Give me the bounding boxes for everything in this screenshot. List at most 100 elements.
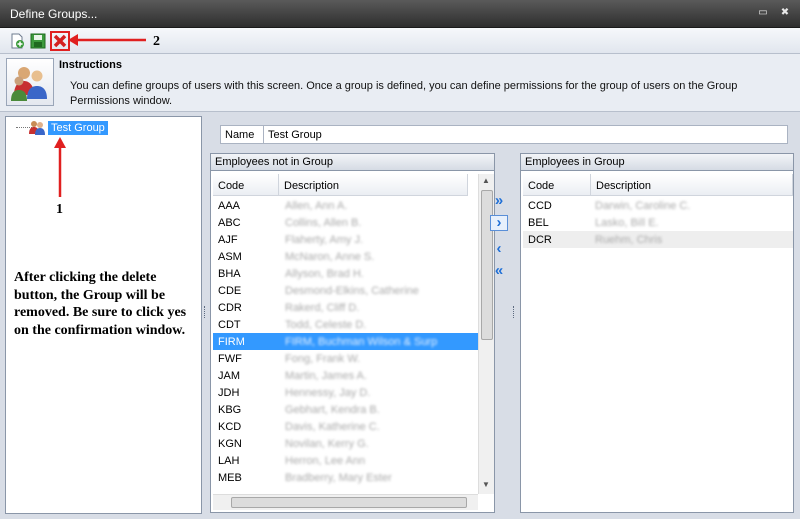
- remove-all-button[interactable]: «: [490, 263, 508, 280]
- scroll-down-icon[interactable]: ▼: [479, 480, 493, 489]
- vertical-splitter[interactable]: [204, 306, 207, 318]
- cell-code: KBG: [218, 404, 242, 416]
- cell-code: CDR: [218, 302, 242, 314]
- annotation-note: After clicking the delete button, the Gr…: [14, 270, 187, 338]
- cell-code: FIRM: [218, 336, 245, 348]
- annotation-number-1: 1: [56, 202, 63, 217]
- cell-description: Herron, Lee Ann: [285, 455, 366, 467]
- scroll-up-icon[interactable]: ▲: [479, 176, 493, 185]
- column-header-description[interactable]: Description: [279, 174, 468, 196]
- instructions-heading: Instructions: [59, 59, 122, 71]
- cell-description: Allyson, Brad H.: [285, 268, 364, 280]
- column-header-code[interactable]: Code: [523, 174, 591, 196]
- annotation-number-2: 2: [153, 34, 160, 49]
- close-button[interactable]: ✖: [778, 7, 792, 19]
- annotation-arrow-2: [68, 34, 146, 46]
- table-row[interactable]: FIRM FIRM, Buchman Wilson & Surp: [213, 333, 478, 350]
- table-row[interactable]: KGN Novilan, Kerry G.: [213, 435, 478, 452]
- not-in-group-hscrollbar[interactable]: [213, 494, 478, 510]
- table-row[interactable]: KCD Davis, Katherine C.: [213, 418, 478, 435]
- table-row[interactable]: CCD Darwin, Caroline C.: [523, 197, 793, 214]
- table-row[interactable]: CDE Desmond-Elkins, Catherine: [213, 282, 478, 299]
- cell-code: KGN: [218, 438, 242, 450]
- cell-description: Fong, Frank W.: [285, 353, 361, 365]
- cell-code: JAM: [218, 370, 240, 382]
- cell-description: Todd, Celeste D.: [285, 319, 367, 331]
- employees-in-group-grid: Employees in Group Code Description CCD D…: [520, 153, 794, 513]
- cell-code: AAA: [218, 200, 241, 212]
- restore-button[interactable]: ▭: [756, 7, 770, 19]
- cell-description: FIRM, Buchman Wilson & Surp: [285, 336, 438, 348]
- table-row[interactable]: FWF Fong, Frank W.: [213, 350, 478, 367]
- hscroll-thumb[interactable]: [231, 497, 467, 508]
- cell-code: DCR: [528, 234, 552, 246]
- new-document-icon[interactable]: [8, 32, 26, 50]
- cell-code: CCD: [528, 200, 552, 212]
- table-row[interactable]: ASM McNaron, Anne S.: [213, 248, 478, 265]
- cell-description: Gebhart, Kendra B.: [285, 404, 380, 416]
- table-row[interactable]: MEB Bradberry, Mary Ester: [213, 469, 478, 486]
- cell-code: BHA: [218, 268, 241, 280]
- cell-description: Novilan, Kerry G.: [285, 438, 369, 450]
- group-name-input[interactable]: [263, 125, 788, 144]
- table-row[interactable]: BEL Lasko, Bill E.: [523, 214, 793, 231]
- column-header-description[interactable]: Description: [591, 174, 793, 196]
- cell-description: Martin, James A.: [285, 370, 367, 382]
- table-row[interactable]: BHA Allyson, Brad H.: [213, 265, 478, 282]
- table-row[interactable]: CDR Rakerd, Cliff D.: [213, 299, 478, 316]
- instructions-text: You can define groups of users with this…: [70, 80, 738, 107]
- cell-description: Hennessy, Jay D.: [285, 387, 371, 399]
- table-row[interactable]: AAA Allen, Ann A.: [213, 197, 478, 214]
- table-row[interactable]: DCR Ruehm, Chris: [523, 231, 793, 248]
- table-row[interactable]: AJF Flaherty, Amy J.: [213, 231, 478, 248]
- table-row[interactable]: CDT Todd, Celeste D.: [213, 316, 478, 333]
- cell-code: ASM: [218, 251, 242, 263]
- cell-code: LAH: [218, 455, 240, 467]
- save-icon[interactable]: [29, 32, 47, 50]
- cell-code: KCD: [218, 421, 242, 433]
- cell-code: JDH: [218, 387, 240, 399]
- users-group-icon: [6, 58, 54, 106]
- grid-splitter[interactable]: [513, 306, 516, 318]
- table-row[interactable]: JAM Martin, James A.: [213, 367, 478, 384]
- cell-description: Davis, Katherine C.: [285, 421, 380, 433]
- cell-code: FWF: [218, 353, 242, 365]
- group-tree[interactable]: Test Group 1 After clicking the delete b…: [5, 116, 202, 514]
- not-in-group-title: Employees not in Group: [211, 154, 494, 171]
- table-row[interactable]: LAH Herron, Lee Ann: [213, 452, 478, 469]
- cell-code: MEB: [218, 472, 242, 484]
- cell-description: Ruehm, Chris: [595, 234, 663, 246]
- column-header-code[interactable]: Code: [213, 174, 279, 196]
- cell-code: CDE: [218, 285, 242, 297]
- table-row[interactable]: KBG Gebhart, Kendra B.: [213, 401, 478, 418]
- cell-code: BEL: [528, 217, 549, 229]
- table-row[interactable]: ABC Collins, Allen B.: [213, 214, 478, 231]
- cell-description: McNaron, Anne S.: [285, 251, 375, 263]
- cell-description: Collins, Allen B.: [285, 217, 362, 229]
- employees-not-in-group-grid: Employees not in Group Code Description …: [210, 153, 495, 513]
- table-row[interactable]: JDH Hennessy, Jay D.: [213, 384, 478, 401]
- cell-description: Rakerd, Cliff D.: [285, 302, 360, 314]
- remove-selected-button[interactable]: ‹: [490, 241, 508, 258]
- group-node-icon: [28, 119, 46, 135]
- in-group-title: Employees in Group: [521, 154, 793, 171]
- tree-item-test-group[interactable]: Test Group: [48, 121, 108, 135]
- delete-icon[interactable]: [50, 31, 70, 51]
- add-selected-button[interactable]: ›: [490, 215, 508, 231]
- window-title: Define Groups...: [10, 7, 98, 21]
- cell-description: Allen, Ann A.: [285, 200, 348, 212]
- window-titlebar: Define Groups... ▭ ✖: [0, 0, 800, 28]
- cell-description: Bradberry, Mary Ester: [285, 472, 392, 484]
- add-all-button[interactable]: »: [490, 193, 508, 210]
- cell-description: Flaherty, Amy J.: [285, 234, 364, 246]
- cell-code: AJF: [218, 234, 238, 246]
- cell-description: Darwin, Caroline C.: [595, 200, 691, 212]
- cell-description: Lasko, Bill E.: [595, 217, 659, 229]
- cell-code: ABC: [218, 217, 241, 229]
- instructions-panel: Instructions You can define groups of us…: [0, 54, 800, 112]
- annotation-arrow-1: [54, 137, 66, 197]
- name-label: Name: [220, 125, 264, 144]
- cell-description: Desmond-Elkins, Catherine: [285, 285, 419, 297]
- cell-code: CDT: [218, 319, 241, 331]
- group-details: Name Employees not in Group Code Descrip…: [208, 116, 796, 514]
